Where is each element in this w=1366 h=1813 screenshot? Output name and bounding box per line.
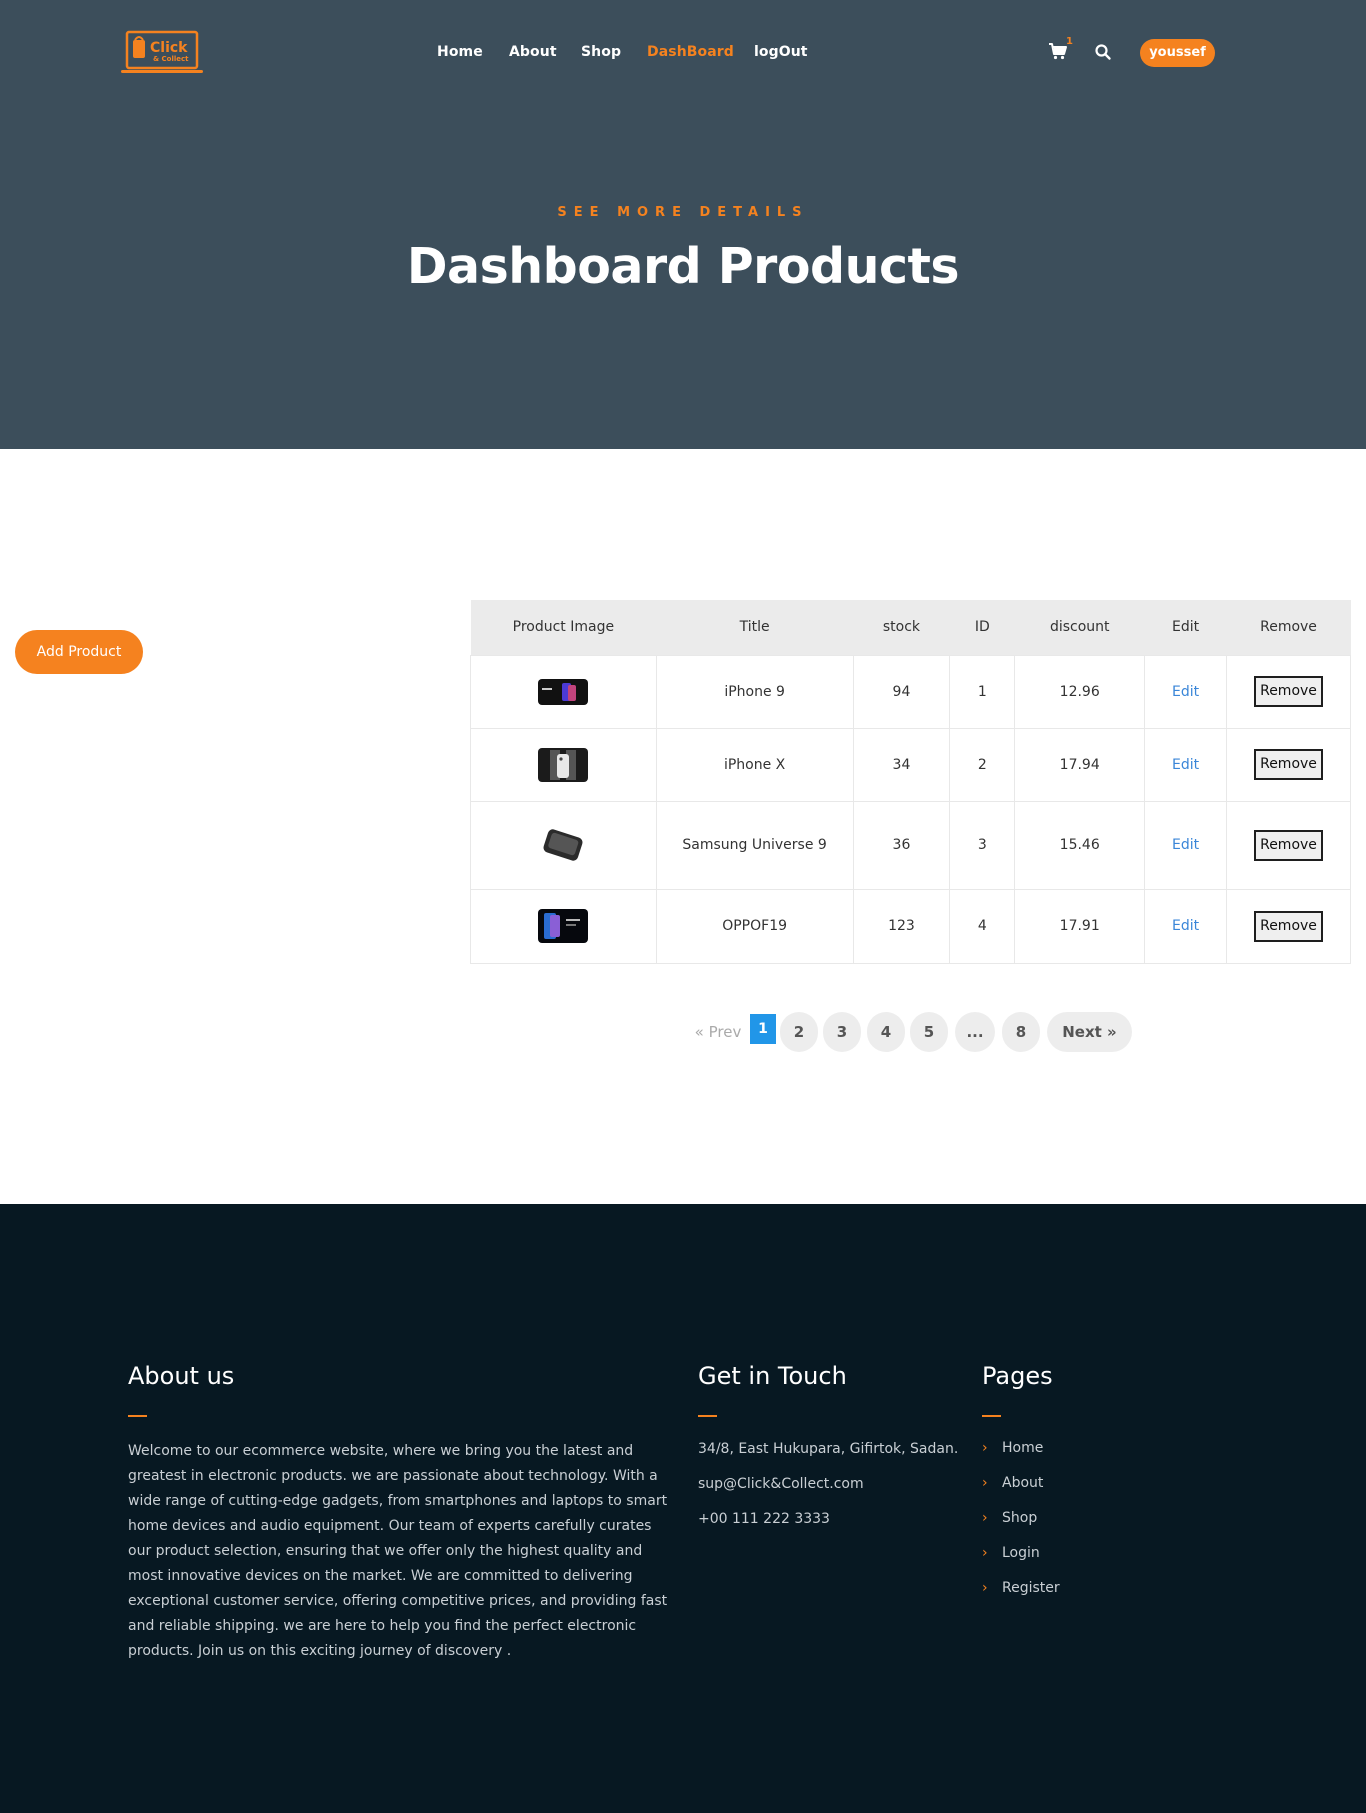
nav-shop[interactable]: Shop [581, 44, 621, 60]
footer-link-shop[interactable]: › Shop [982, 1510, 1037, 1526]
product-image-cell [470, 654, 657, 729]
product-title: iPhone 9 [655, 654, 854, 729]
col-header-image: Product Image [512, 619, 615, 636]
product-discount: 17.94 [1014, 727, 1146, 802]
pagination-page-current[interactable]: 1 [750, 1014, 776, 1044]
chevron-right-icon: › [982, 1440, 988, 1456]
table-header-row: Product Image Title stock ID discount Ed… [470, 600, 1351, 655]
nav-dashboard[interactable]: DashBoard [647, 44, 734, 60]
col-header-discount: discount [1049, 619, 1110, 636]
product-id: 2 [949, 727, 1016, 802]
product-id: 4 [949, 888, 1016, 964]
product-title: OPPOF19 [655, 888, 854, 964]
pagination-page[interactable]: 5 [910, 1012, 948, 1052]
products-table: Product Image Title stock ID discount Ed… [470, 600, 1351, 964]
footer-link-about[interactable]: › About [982, 1475, 1043, 1491]
add-product-button[interactable]: Add Product [15, 630, 143, 674]
product-discount: 17.91 [1014, 888, 1146, 964]
nav-home[interactable]: Home [437, 44, 483, 60]
product-discount: 12.96 [1014, 654, 1146, 729]
footer-divider [128, 1415, 147, 1417]
chevron-right-icon: › [982, 1545, 988, 1561]
edit-link[interactable]: Edit [1172, 918, 1199, 934]
col-header-stock: stock [882, 619, 921, 636]
product-id: 1 [949, 654, 1016, 729]
cart-icon[interactable] [1048, 42, 1068, 60]
table-row: iPhone X 34 2 17.94 Edit Remove [470, 727, 1351, 802]
col-header-edit: Edit [1172, 619, 1200, 636]
product-stock: 123 [852, 888, 951, 964]
product-thumbnail [543, 829, 583, 861]
pagination-ellipsis: ... [955, 1012, 995, 1052]
product-discount: 15.46 [1014, 800, 1146, 890]
edit-link[interactable]: Edit [1172, 757, 1199, 773]
product-thumbnail [538, 678, 589, 705]
product-stock: 34 [852, 727, 951, 802]
search-icon[interactable] [1094, 43, 1112, 61]
product-stock: 36 [852, 800, 951, 890]
col-header-remove: Remove [1260, 619, 1317, 636]
remove-button[interactable]: Remove [1254, 676, 1324, 707]
user-menu-button[interactable]: youssef [1140, 39, 1215, 67]
product-title: iPhone X [655, 727, 854, 802]
chevron-right-icon: › [982, 1580, 988, 1596]
product-image-cell [470, 800, 657, 890]
pagination: « Prev 1 2 3 4 5 ... 8 Next » [0, 1012, 1366, 1052]
edit-link[interactable]: Edit [1172, 684, 1199, 700]
product-title: Samsung Universe 9 [655, 800, 854, 890]
product-image-cell [470, 727, 657, 802]
footer-contact-heading: Get in Touch [698, 1362, 847, 1390]
table-row: iPhone 9 94 1 12.96 Edit Remove [470, 654, 1351, 729]
footer-email[interactable]: sup@Click&Collect.com [698, 1476, 864, 1492]
col-header-title: Title [739, 619, 770, 636]
footer-link-home[interactable]: › Home [982, 1440, 1043, 1456]
chevron-right-icon: › [982, 1475, 988, 1491]
remove-button[interactable]: Remove [1254, 749, 1324, 780]
remove-button[interactable]: Remove [1254, 910, 1324, 942]
footer-link-login[interactable]: › Login [982, 1545, 1040, 1561]
footer-phone[interactable]: +00 111 222 3333 [698, 1511, 830, 1527]
pagination-page[interactable]: 3 [823, 1012, 861, 1052]
footer-divider [982, 1415, 1001, 1417]
page-title: Dashboard Products [406, 238, 960, 295]
remove-button[interactable]: Remove [1254, 829, 1324, 861]
hero-eyebrow: SEE MORE DETAILS [557, 205, 809, 220]
col-header-id: ID [974, 619, 990, 636]
table-row: Samsung Universe 9 36 3 15.46 Edit Remov… [470, 800, 1351, 890]
product-image-cell [470, 888, 657, 964]
edit-link[interactable]: Edit [1172, 837, 1199, 853]
cart-count-badge: 1 [1066, 36, 1073, 47]
pagination-page[interactable]: 4 [867, 1012, 905, 1052]
pagination-prev[interactable]: « Prev [688, 1012, 748, 1052]
product-thumbnail [538, 909, 589, 943]
chevron-right-icon: › [982, 1510, 988, 1526]
pagination-page[interactable]: 2 [780, 1012, 818, 1052]
hero-section: Click & Collect Home About Shop DashBoar… [0, 0, 1366, 449]
product-id: 3 [949, 800, 1016, 890]
product-thumbnail [538, 747, 589, 782]
footer-about-heading: About us [128, 1362, 235, 1390]
product-stock: 94 [852, 654, 951, 729]
pagination-page[interactable]: 8 [1002, 1012, 1040, 1052]
footer-link-register[interactable]: › Register [982, 1580, 1060, 1596]
nav-about[interactable]: About [509, 44, 557, 60]
table-row: OPPOF19 123 4 17.91 Edit Remove [470, 888, 1351, 964]
pagination-next[interactable]: Next » [1047, 1012, 1132, 1052]
footer-address: 34/8, East Hukupara, Gifirtok, Sadan. [698, 1441, 959, 1457]
footer-pages-heading: Pages [982, 1362, 1053, 1390]
nav-logout[interactable]: logOut [754, 44, 808, 60]
footer-about-text: Welcome to our ecommerce website, where … [128, 1443, 668, 1659]
footer-divider [698, 1415, 717, 1417]
